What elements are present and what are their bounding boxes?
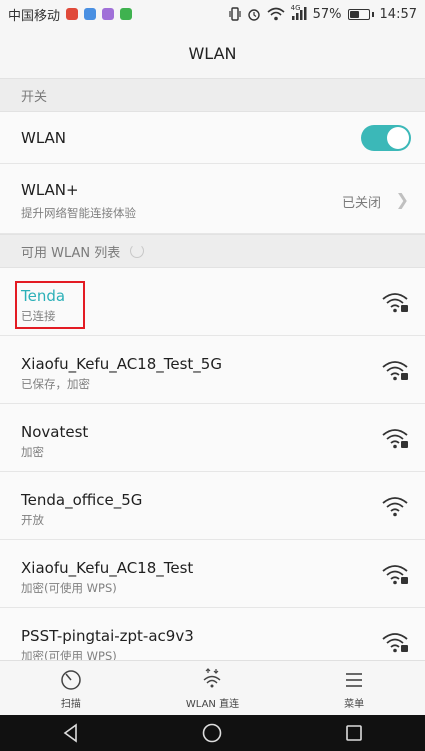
wlan-label: WLAN (21, 129, 67, 147)
wifi-lock-icon (382, 429, 408, 449)
scan-button[interactable]: 扫描 (11, 668, 131, 710)
shield-icon (120, 8, 133, 20)
signal-icon: 4G (291, 4, 307, 21)
vibrate-icon (229, 7, 241, 21)
wifi-icon (382, 497, 408, 517)
wlan-plus-value: 已关闭 (341, 196, 381, 211)
network-row[interactable]: Xiaofu_Kefu_AC18_Test 加密(可使用 WPS) (0, 540, 425, 608)
wlan-direct-icon (204, 667, 221, 687)
network-name: PSST-pingtai-zpt-ac9v3 (21, 627, 194, 645)
wifi-lock-icon (382, 633, 408, 653)
wlan-plus-row[interactable]: WLAN+ 提升网络智能连接体验 已关闭 ❯ (0, 164, 425, 234)
wlan-toggle-row[interactable]: WLAN (0, 112, 425, 164)
recents-icon[interactable] (343, 722, 365, 744)
bottom-tab-bar: 扫描 WLAN 直连 菜单 (0, 660, 425, 716)
wlan-plus-subtitle: 提升网络智能连接体验 (21, 206, 136, 220)
wlan-plus-label: WLAN+ (21, 181, 79, 199)
loading-spinner-icon (130, 244, 145, 258)
notification-app-icon (84, 8, 97, 20)
scan-icon (61, 669, 81, 690)
network-status: 已保存，加密 (21, 377, 90, 391)
network-name: Xiaofu_Kefu_AC18_Test_5G (21, 355, 222, 373)
status-bar: 中国移动 4G 57% 14:57 (0, 0, 425, 28)
carrier-label: 中国移动 (8, 8, 61, 24)
network-name: Xiaofu_Kefu_AC18_Test (21, 559, 194, 577)
network-status: 加密(可使用 WPS) (21, 581, 117, 595)
network-status: 加密 (21, 445, 44, 459)
back-icon[interactable] (60, 722, 82, 744)
section-header-networks: 可用 WLAN 列表 (0, 234, 425, 268)
wlan-toggle-switch[interactable] (361, 125, 411, 151)
page-title-bar: WLAN (0, 28, 425, 78)
wifi-lock-icon (382, 361, 408, 381)
alarm-icon (247, 9, 260, 21)
menu-icon (346, 672, 363, 687)
notification-app-icon (66, 8, 79, 20)
network-name: Novatest (21, 423, 89, 441)
notification-app-icon (102, 8, 115, 20)
system-nav-bar (0, 715, 425, 751)
battery-percent: 57% (312, 6, 342, 22)
wlan-direct-button[interactable]: WLAN 直连 (152, 667, 272, 710)
battery-icon (347, 8, 374, 20)
network-row[interactable]: Xiaofu_Kefu_AC18_Test_5G 已保存，加密 (0, 336, 425, 404)
section-header-switch: 开关 (0, 78, 425, 112)
wifi-status-icon (267, 7, 285, 21)
toggle-knob (387, 127, 409, 149)
network-row[interactable]: Novatest 加密 (0, 404, 425, 472)
chevron-right-icon: ❯ (395, 190, 409, 209)
network-status: 开放 (21, 513, 44, 527)
home-icon[interactable] (201, 722, 223, 744)
wifi-lock-icon (382, 293, 408, 313)
network-name: Tenda_office_5G (21, 491, 143, 509)
wifi-lock-icon (382, 565, 408, 585)
page-title: WLAN (188, 43, 237, 63)
clock: 14:57 (379, 6, 417, 22)
network-row[interactable]: Tenda_office_5G 开放 (0, 472, 425, 540)
menu-button[interactable]: 菜单 (294, 668, 414, 710)
highlight-box (15, 281, 85, 329)
